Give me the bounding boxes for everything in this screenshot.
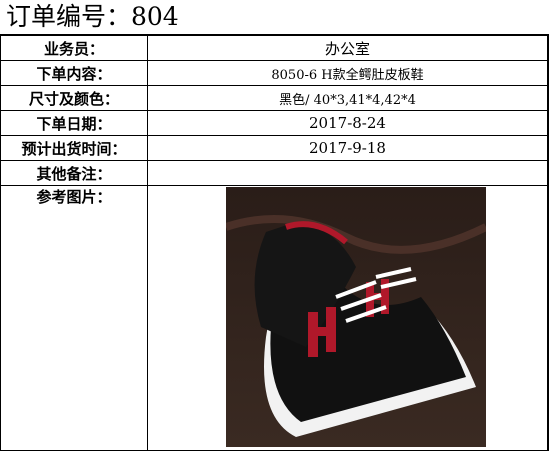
label-order-date: 下单日期： (0, 110, 148, 136)
label-reference-image: 参考图片： (0, 185, 148, 451)
label-order-content: 下单内容： (0, 60, 148, 86)
value-remarks[interactable] (147, 160, 549, 186)
label-salesperson: 业务员： (0, 34, 148, 61)
value-ship-date[interactable]: 2017-9-18 (147, 135, 549, 161)
label-size-color: 尺寸及颜色： (0, 85, 148, 111)
shoe-photo (224, 187, 488, 447)
table-row: 其他备注： (0, 160, 549, 186)
value-salesperson[interactable]: 办公室 (147, 34, 549, 61)
order-number-title: 订单编号：804 (6, 2, 179, 31)
table-row: 尺寸及颜色： 黑色/ 40*3,41*4,42*4 (0, 85, 549, 111)
table-row: 下单内容： 8050-6 H款全鳄肚皮板鞋 (0, 60, 549, 86)
label-remarks: 其他备注： (0, 160, 148, 186)
table-row: 下单日期： 2017-8-24 (0, 110, 549, 136)
table-row: 业务员： 办公室 (0, 34, 549, 61)
value-size-color[interactable]: 黑色/ 40*3,41*4,42*4 (147, 85, 549, 111)
value-order-content[interactable]: 8050-6 H款全鳄肚皮板鞋 (147, 60, 549, 86)
value-order-date[interactable]: 2017-8-24 (147, 110, 549, 136)
label-ship-date: 预计出货时间： (0, 135, 148, 161)
table-row: 预计出货时间： 2017-9-18 (0, 135, 549, 161)
